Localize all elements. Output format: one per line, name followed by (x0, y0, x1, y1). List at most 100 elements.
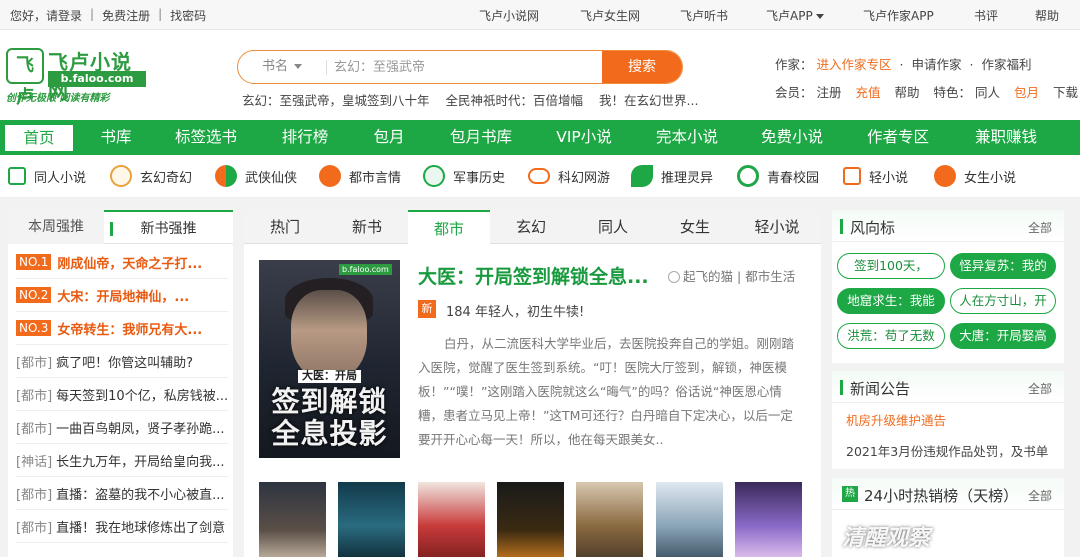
book-thumbnail[interactable] (656, 482, 723, 557)
author-welfare-link[interactable]: 作家福利 (981, 57, 1031, 72)
nav-rankings[interactable]: 排行榜 (270, 120, 340, 155)
tab-new[interactable]: 新书 (326, 210, 408, 244)
nav-monthly[interactable]: 包月 (360, 120, 418, 155)
hot-search-words: 玄幻：至强武帝，皇城签到八十年 全民神祇时代：百倍增幅 我！在玄幻世界... (242, 90, 710, 109)
book-author-info: 起飞的猫 | 都市生活 (668, 266, 795, 285)
nav-completed[interactable]: 完本小说 (646, 120, 728, 155)
search-input[interactable] (334, 51, 594, 83)
category-xuanhuan[interactable]: 玄幻奇幻 (110, 163, 192, 189)
news-item[interactable]: 机房升级维护通告 (846, 410, 946, 429)
hot-word[interactable]: 玄幻：至强武帝，皇城签到八十年 (242, 93, 430, 108)
site-link-audio[interactable]: 飞卢听书 (680, 7, 728, 24)
member-register-link[interactable]: 注册 (817, 85, 842, 100)
author-zone-link[interactable]: 进入作家专区 (817, 57, 892, 72)
site-link-author-app[interactable]: 飞卢作家APP (863, 7, 934, 24)
logo-slogan: 创作无极限 阅读有精彩 (6, 93, 110, 104)
rank-item[interactable]: [都市] 一曲百鸟朝凤，贤子孝孙跪... (16, 411, 228, 444)
trend-pill[interactable]: 签到100天， (837, 253, 945, 279)
site-link-help[interactable]: 帮助 (1035, 7, 1059, 24)
military-badge-icon (423, 165, 445, 187)
latest-chapter[interactable]: 184 年轻人，初生牛犊! (446, 301, 584, 320)
category-wuxia[interactable]: 武侠仙侠 (215, 163, 297, 189)
rank-item[interactable]: [都市] 直播：盗墓的我不小心被直... (16, 477, 228, 510)
category-mystery[interactable]: 推理灵异 (631, 163, 713, 189)
hot-word[interactable]: 我！在玄幻世界... (599, 93, 698, 108)
trend-pill[interactable]: 怪异复苏：我的 (950, 253, 1056, 279)
tab-female[interactable]: 女生 (654, 210, 736, 244)
box-header: 风向标 全部 (832, 210, 1064, 242)
user-icon (668, 271, 680, 283)
site-logo[interactable]: 飞卢 飞卢小说网 b.faloo.com 创作无极限 阅读有精彩 (6, 46, 146, 108)
book-thumbnail[interactable] (497, 482, 564, 557)
help-link[interactable]: 帮助 (895, 85, 920, 100)
search-button[interactable]: 搜索 (602, 51, 682, 83)
tab-weekly-recommend[interactable]: 本周强推 (8, 210, 104, 244)
tab-dushi[interactable]: 都市 (408, 210, 490, 245)
apply-author-link[interactable]: 申请作家 (911, 57, 961, 72)
search-type-select[interactable]: 书名 (238, 51, 326, 83)
hot-word[interactable]: 全民神祇时代：百倍增幅 (446, 93, 584, 108)
nav-monthly-library[interactable]: 包月书库 (440, 120, 522, 155)
category-tongren[interactable]: 同人小说 (8, 163, 86, 189)
find-password-link[interactable]: 找密码 (170, 7, 206, 24)
more-link[interactable]: 全部 (1028, 219, 1052, 236)
more-link[interactable]: 全部 (1028, 487, 1052, 504)
category-nav: 同人小说 玄幻奇幻 武侠仙侠 都市言情 军事历史 科幻网游 推理灵异 青春校园 … (0, 155, 1080, 198)
category-military[interactable]: 军事历史 (423, 163, 505, 189)
nav-parttime[interactable]: 兼职赚钱 (965, 120, 1047, 155)
book-cover[interactable]: b.faloo.com 大医：开局 签到解锁 全息投影 (259, 260, 400, 458)
tab-light-novel[interactable]: 轻小说 (736, 210, 818, 244)
separator: | (90, 7, 95, 21)
download-link[interactable]: 下载 (1053, 85, 1078, 100)
book-thumbnail[interactable] (735, 482, 802, 557)
category-campus[interactable]: 青春校园 (737, 163, 819, 189)
chevron-down-icon (815, 14, 824, 19)
category-scifi[interactable]: 科幻网游 (528, 163, 610, 189)
nav-home[interactable]: 首页 (5, 125, 73, 151)
author-name[interactable]: 起飞的猫 (683, 269, 733, 284)
tab-xuanhuan[interactable]: 玄幻 (490, 210, 572, 244)
book-title[interactable]: 大医：开局签到解锁全息... (418, 262, 649, 289)
nav-author-zone[interactable]: 作者专区 (857, 120, 939, 155)
leaf-icon (631, 165, 653, 187)
book-thumbnail[interactable] (338, 482, 405, 557)
login-link[interactable]: 您好，请登录 (10, 7, 82, 24)
site-link-review[interactable]: 书评 (974, 7, 998, 24)
trend-pill[interactable]: 地窟求生：我能 (837, 288, 945, 314)
rank-item[interactable]: [都市] 直播！我在地球修炼出了剑意 (16, 510, 228, 543)
site-link-novel[interactable]: 飞卢小说网 (479, 7, 539, 24)
trend-pill[interactable]: 洪荒：苟了无数 (837, 323, 945, 349)
rank-item-top[interactable]: NO.1 刚成仙帝，天命之子打... (16, 246, 228, 279)
category-light-novel[interactable]: 轻小说 (843, 163, 908, 189)
nav-library[interactable]: 书库 (88, 120, 144, 155)
wind-vane-box: 风向标 全部 签到100天， 怪异复苏：我的 地窟求生：我能 人在方寸山，开 洪… (832, 210, 1064, 363)
trend-pill[interactable]: 人在方寸山，开 (950, 288, 1056, 314)
separator: | (158, 7, 163, 21)
recharge-link[interactable]: 充值 (856, 85, 881, 100)
nav-vip[interactable]: VIP小说 (545, 120, 623, 155)
category-female[interactable]: 女生小说 (934, 163, 1016, 189)
tab-new-book-recommend[interactable]: 新书强推 (104, 210, 233, 244)
book-thumbnail[interactable] (576, 482, 643, 557)
nav-free[interactable]: 免费小说 (751, 120, 833, 155)
tab-hot[interactable]: 热门 (244, 210, 326, 244)
news-item[interactable]: 2021年3月份违规作品处罚，及书单 (846, 441, 1048, 460)
book-genre[interactable]: 都市生活 (745, 269, 795, 284)
rank-item[interactable]: [都市] 每天签到10个亿，私房钱被... (16, 378, 228, 411)
tab-tongren[interactable]: 同人 (572, 210, 654, 244)
more-link[interactable]: 全部 (1028, 380, 1052, 397)
trend-pill[interactable]: 大唐：开局娶高 (950, 323, 1056, 349)
site-link-app[interactable]: 飞卢APP (766, 7, 824, 24)
rank-item[interactable]: [都市] 疯了吧！你管这叫辅助? (16, 345, 228, 378)
rank-item-top[interactable]: NO.2 大宋：开局地神仙，... (16, 279, 228, 312)
category-dushi[interactable]: 都市言情 (319, 163, 401, 189)
rank-item[interactable]: [神话] 长生九万年，开局给皇向我... (16, 444, 228, 477)
book-thumbnail[interactable] (259, 482, 326, 557)
site-link-female[interactable]: 飞卢女生网 (580, 7, 640, 24)
rank-item-top[interactable]: NO.3 女帝转生：我师兄有大... (16, 312, 228, 345)
nav-tag-select[interactable]: 标签选书 (163, 120, 249, 155)
tongren-link[interactable]: 同人 (975, 85, 1000, 100)
baoyue-link[interactable]: 包月 (1014, 85, 1039, 100)
register-link[interactable]: 免费注册 (102, 7, 150, 24)
book-thumbnail[interactable] (418, 482, 485, 557)
